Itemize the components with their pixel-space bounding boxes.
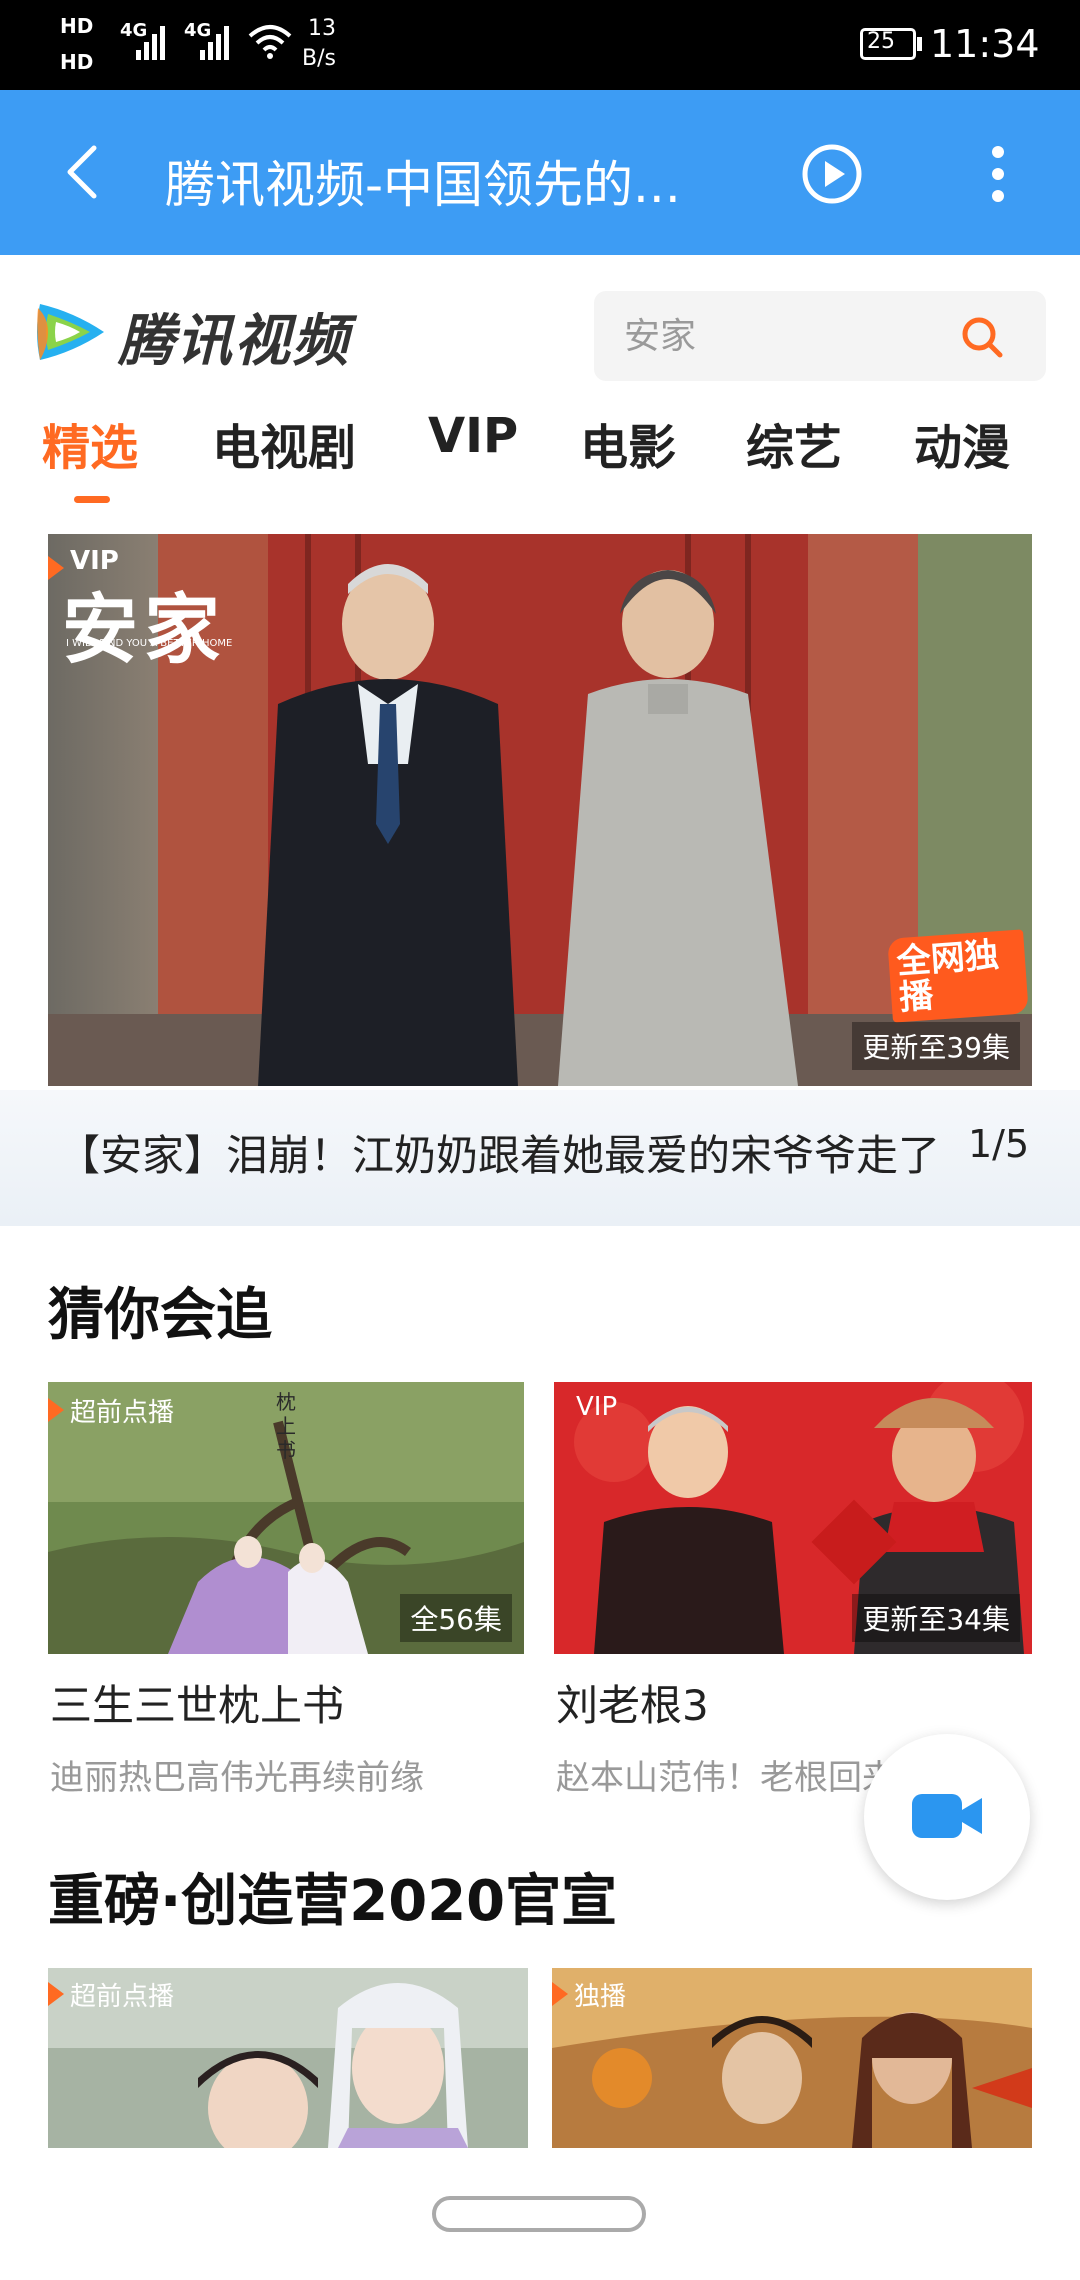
banner-show-subtitle: I WILL FIND YOU A BETTER HOME: [66, 638, 233, 649]
card4-corner-marker: [552, 1982, 568, 2006]
status-bar: HD HD 4G 4G 13 B/s 25 11:34: [0, 0, 1080, 90]
card1-tag: 超前点播: [70, 1398, 175, 1428]
card4-tag: 独播: [574, 1982, 627, 2012]
card-thumb-1[interactable]: 超前点播 枕上书 全56集: [48, 1382, 524, 1654]
card1-subtitle: 迪丽热巴高伟光再续前缘: [50, 1758, 424, 1798]
wifi-icon: [248, 25, 292, 59]
net-speed-value: 13: [308, 16, 336, 41]
signal2-icon: [200, 26, 229, 60]
tab-anime[interactable]: 动漫: [914, 408, 1010, 478]
search-icon[interactable]: [958, 313, 1006, 361]
search-input[interactable]: [622, 309, 942, 363]
upload-video-button[interactable]: [864, 1734, 1030, 1900]
banner-pager: 1/5: [968, 1122, 1030, 1166]
card1-title[interactable]: 三生三世枕上书: [50, 1672, 344, 1733]
page-title: 腾讯视频-中国领先的...: [165, 156, 681, 214]
battery-icon: 25: [860, 28, 916, 60]
tencent-video-logo-icon: [37, 304, 104, 360]
more-icon[interactable]: [986, 142, 1010, 206]
card2-episodes: 更新至34集: [852, 1594, 1020, 1642]
exclusive-badge-text: 全网独播: [895, 935, 1001, 1019]
card2-tag: VIP: [576, 1392, 618, 1422]
card-thumb-4[interactable]: 独播: [552, 1968, 1032, 2148]
card-thumb-3[interactable]: 超前点播: [48, 1968, 528, 2148]
exclusive-badge: 全网独播: [887, 929, 1029, 1023]
card1-corner-marker: [48, 1398, 64, 1422]
section-title-chuang: 重磅·创造营2020官宣: [48, 1869, 618, 1934]
tab-movies[interactable]: 电影: [580, 408, 676, 478]
hd1-indicator: HD: [60, 14, 94, 38]
banner-update-status: 更新至39集: [852, 1022, 1020, 1070]
banner-show-title: 安家: [62, 585, 226, 674]
home-indicator[interactable]: [432, 2196, 646, 2232]
card-thumb-2[interactable]: VIP 更新至34集: [554, 1382, 1032, 1654]
app-bar: 腾讯视频-中国领先的...: [0, 90, 1080, 255]
section-title-guess: 猜你会追: [48, 1283, 272, 1348]
clock: 11:34: [930, 22, 1040, 66]
tab-tv-series[interactable]: 电视剧: [212, 408, 356, 478]
card1-episodes: 全56集: [400, 1594, 512, 1642]
tab-vip[interactable]: VIP: [428, 408, 518, 464]
signal1-icon: [136, 26, 165, 60]
banner-caption[interactable]: 【安家】泪崩！江奶奶跟着她最爱的宋爷爷走了: [58, 1122, 940, 1183]
card2-title[interactable]: 刘老根3: [556, 1672, 709, 1733]
hd2-indicator: HD: [60, 50, 94, 74]
battery-tip: [917, 37, 922, 51]
battery-level: 25: [867, 29, 895, 54]
logo-text: 腾讯视频: [118, 309, 350, 374]
card1-poster-text: 枕上书: [276, 1390, 296, 1462]
active-tab-indicator: [74, 496, 110, 503]
hero-banner[interactable]: VIP 安家 I WILL FIND YOU A BETTER HOME 全网独…: [48, 534, 1032, 1086]
play-icon[interactable]: [800, 142, 864, 206]
card3-corner-marker: [48, 1982, 64, 2006]
search-box[interactable]: [594, 291, 1046, 381]
net-speed-unit: B/s: [302, 46, 336, 71]
tab-variety[interactable]: 综艺: [746, 408, 842, 478]
card3-tag: 超前点播: [70, 1982, 175, 2012]
back-icon[interactable]: [60, 142, 104, 202]
tab-featured[interactable]: 精选: [42, 408, 138, 478]
video-camera-icon: [912, 1794, 982, 1838]
